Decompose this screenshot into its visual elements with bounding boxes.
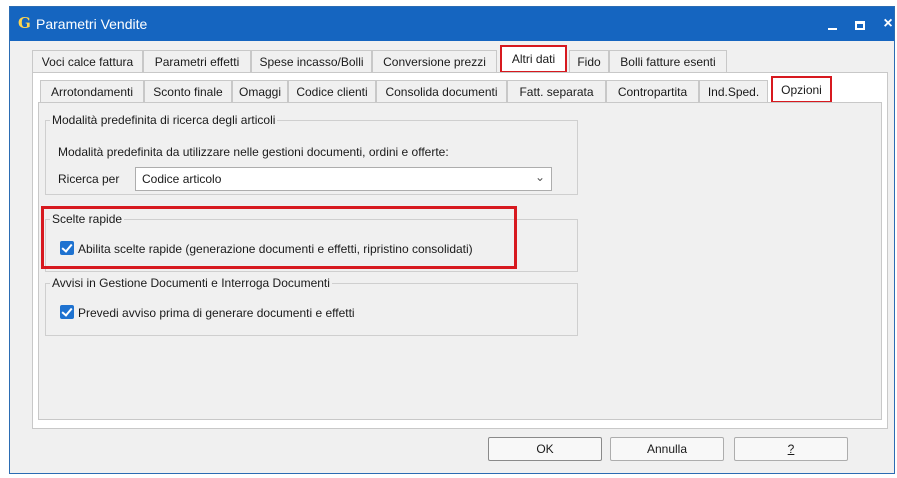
tab-ind-sped[interactable]: Ind.Sped. (699, 80, 768, 102)
checkbox-checked-icon (60, 305, 74, 319)
help-label: ? (787, 442, 795, 456)
ok-button[interactable]: OK (488, 437, 602, 461)
parametri-vendite-window: G Parametri Vendite × Voci calce fattura… (9, 6, 895, 474)
prevedi-avviso-checkbox[interactable]: Prevedi avviso prima di generare documen… (60, 305, 355, 320)
maximize-icon (855, 20, 865, 30)
highlight-scelte-rapide (41, 206, 517, 269)
tab-altri-dati[interactable]: Altri dati (500, 45, 567, 73)
tab-sconto-finale[interactable]: Sconto finale (144, 80, 232, 102)
tab-spese-incasso-bolli[interactable]: Spese incasso/Bolli (251, 50, 372, 72)
tab-consolida-documenti[interactable]: Consolida documenti (376, 80, 507, 102)
tab-parametri-effetti[interactable]: Parametri effetti (143, 50, 251, 72)
opzioni-panel: Modalità predefinita di ricerca degli ar… (38, 102, 882, 420)
ricerca-per-label: Ricerca per (58, 172, 120, 186)
app-logo-icon: G (18, 14, 31, 32)
title-bar[interactable]: G Parametri Vendite × (10, 7, 894, 41)
minimize-icon (827, 28, 837, 31)
sub-tab-bar: Arrotondamenti Sconto finale Omaggi Codi… (10, 76, 896, 103)
tab-bolli-fatture-esenti[interactable]: Bolli fatture esenti (609, 50, 727, 72)
close-icon: × (883, 15, 893, 32)
tab-conversione-prezzi[interactable]: Conversione prezzi (372, 50, 497, 72)
tab-codice-clienti[interactable]: Codice clienti (288, 80, 376, 102)
tab-voci-calce-fattura[interactable]: Voci calce fattura (32, 50, 143, 72)
tab-contropartita[interactable]: Contropartita (606, 80, 699, 102)
avvisi-group: Avvisi in Gestione Documenti e Interroga… (45, 276, 578, 336)
tab-opzioni[interactable]: Opzioni (771, 76, 832, 103)
tab-arrotondamenti[interactable]: Arrotondamenti (40, 80, 144, 102)
maximize-button[interactable] (846, 11, 874, 37)
chevron-down-icon: ⌄ (534, 170, 545, 184)
ricerca-articoli-group: Modalità predefinita di ricerca degli ar… (45, 113, 578, 195)
avvisi-group-title: Avvisi in Gestione Documenti e Interroga… (50, 276, 332, 290)
close-button[interactable]: × (874, 11, 897, 37)
top-tab-bar: Voci calce fattura Parametri effetti Spe… (10, 45, 896, 73)
window-title: Parametri Vendite (36, 16, 148, 32)
ricerca-group-title: Modalità predefinita di ricerca degli ar… (50, 113, 278, 127)
tab-omaggi[interactable]: Omaggi (232, 80, 288, 102)
ricerca-description: Modalità predefinita da utilizzare nelle… (58, 145, 449, 159)
help-button[interactable]: ? (734, 437, 848, 461)
annulla-button[interactable]: Annulla (610, 437, 724, 461)
minimize-button[interactable] (818, 11, 846, 37)
tab-fatt-separata[interactable]: Fatt. separata (507, 80, 606, 102)
tab-fido[interactable]: Fido (569, 50, 609, 72)
ricerca-per-value: Codice articolo (142, 172, 222, 186)
prevedi-avviso-label: Prevedi avviso prima di generare documen… (78, 306, 355, 320)
ricerca-per-select[interactable]: Codice articolo ⌄ (135, 167, 552, 191)
